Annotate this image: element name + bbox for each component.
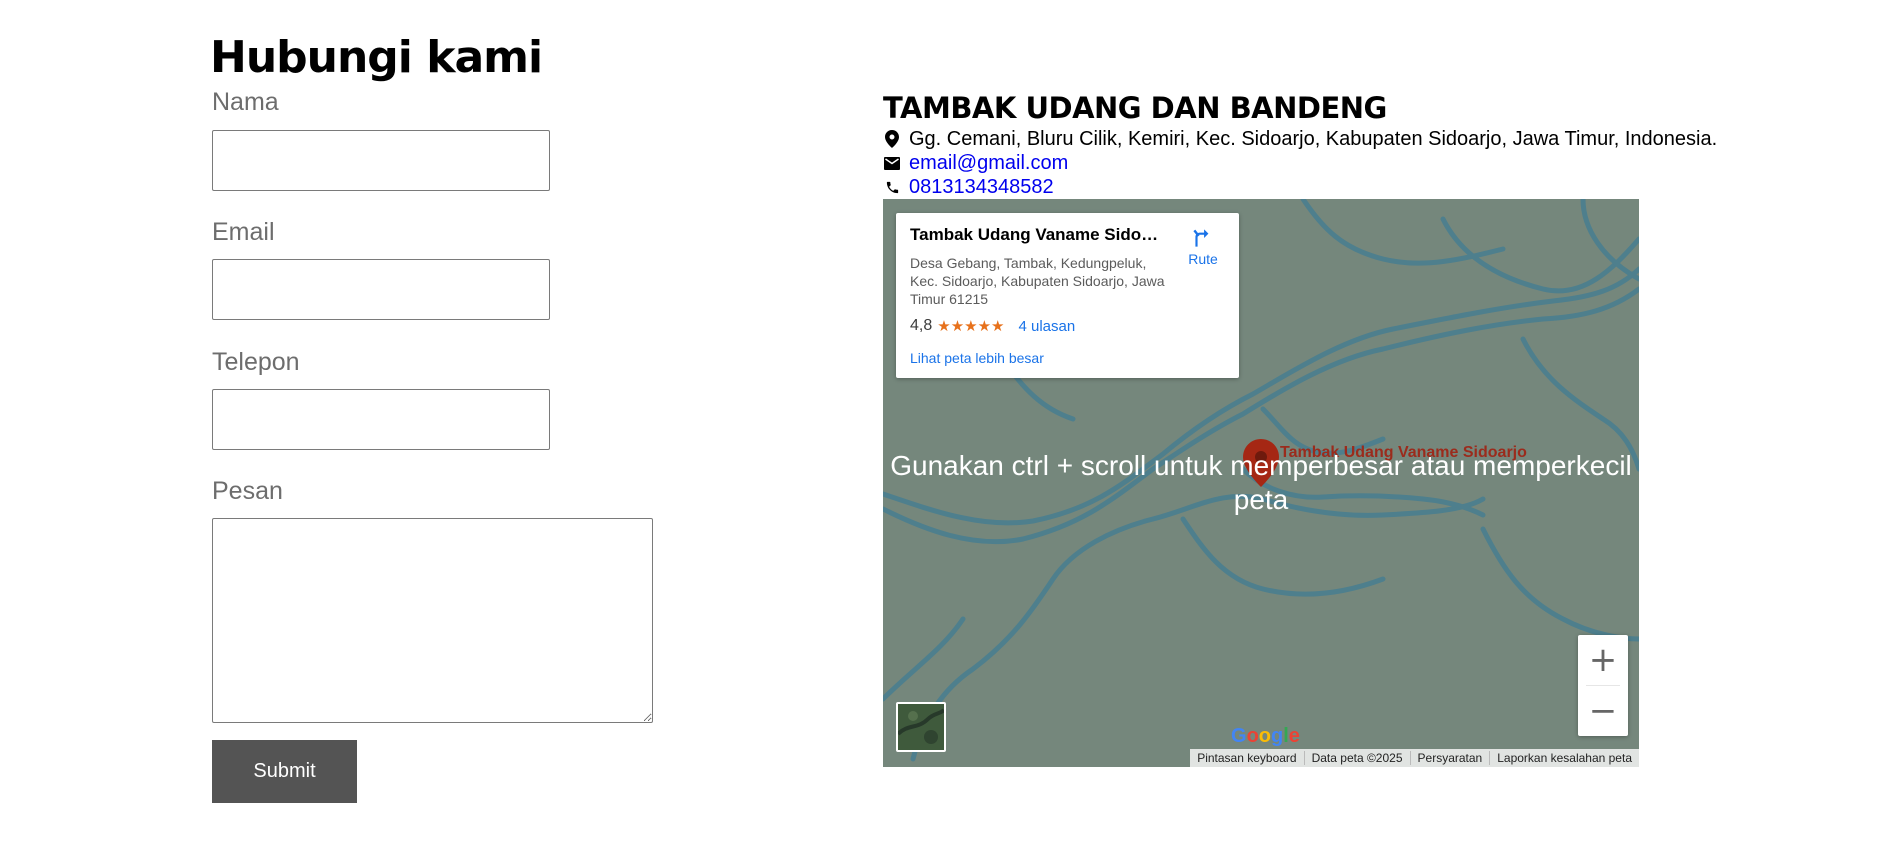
submit-button[interactable]: Submit: [212, 740, 357, 803]
mail-icon: [883, 154, 901, 172]
place-address: Desa Gebang, Tambak, Kedungpeluk, Kec. S…: [910, 255, 1165, 307]
rating-stars-icon: ★★★★★: [937, 318, 1005, 335]
message-label: Pesan: [212, 477, 283, 505]
reviews-link[interactable]: 4 ulasan: [1019, 318, 1076, 335]
business-title: TAMBAK UDANG DAN BANDENG: [883, 91, 1387, 125]
google-letter: e: [1288, 725, 1300, 747]
directions-icon: [1178, 225, 1228, 251]
view-larger-map-link[interactable]: Lihat peta lebih besar: [910, 350, 1044, 366]
map-attribution: Pintasan keyboard Data peta ©2025 Persya…: [1190, 749, 1639, 767]
zoom-hint-overlay: Gunakan ctrl + scroll untuk memperbesar …: [890, 450, 1632, 515]
message-textarea[interactable]: [212, 518, 653, 723]
report-error-link[interactable]: Laporkan kesalahan peta: [1489, 751, 1639, 765]
email-row: email@gmail.com: [883, 151, 1068, 175]
zoom-in-button[interactable]: +: [1578, 635, 1628, 685]
google-letter: o: [1258, 725, 1271, 747]
location-pin-icon: [883, 130, 901, 148]
phone-icon: [883, 178, 901, 196]
contact-heading: Hubungi kami: [210, 32, 543, 83]
address-text: Gg. Cemani, Bluru Cilik, Kemiri, Kec. Si…: [909, 128, 1718, 150]
map-data-text: Data peta ©2025: [1303, 751, 1410, 765]
map-embed[interactable]: Tambak Udang Vaname Sidoa... Desa Gebang…: [883, 199, 1639, 767]
email-input[interactable]: [212, 259, 550, 320]
google-letter: g: [1271, 725, 1284, 747]
phone-link[interactable]: 0813134348582: [909, 175, 1054, 199]
keyboard-shortcuts-link[interactable]: Pintasan keyboard: [1190, 751, 1303, 765]
route-button[interactable]: Rute: [1178, 225, 1228, 267]
satellite-thumbnail-icon: [898, 704, 944, 750]
phone-row: 0813134348582: [883, 175, 1054, 199]
google-logo: Google: [1231, 725, 1300, 748]
google-letter: o: [1246, 725, 1259, 747]
place-name: Tambak Udang Vaname Sidoa...: [910, 225, 1160, 244]
name-label: Nama: [212, 88, 279, 116]
zoom-controls: + −: [1578, 635, 1628, 736]
rating-value: 4,8: [910, 317, 933, 334]
email-link[interactable]: email@gmail.com: [909, 151, 1068, 175]
rating-row: 4,8 ★★★★★ 4 ulasan: [910, 317, 1075, 335]
zoom-out-button[interactable]: −: [1578, 686, 1628, 736]
place-card: Tambak Udang Vaname Sidoa... Desa Gebang…: [896, 213, 1239, 378]
address-row: Gg. Cemani, Bluru Cilik, Kemiri, Kec. Si…: [883, 127, 1717, 151]
satellite-toggle[interactable]: [896, 702, 946, 752]
name-input[interactable]: [212, 130, 550, 191]
terms-link[interactable]: Persyaratan: [1409, 751, 1490, 765]
google-letter: G: [1231, 725, 1247, 747]
phone-input[interactable]: [212, 389, 550, 450]
phone-label: Telepon: [212, 348, 300, 376]
route-label: Rute: [1188, 251, 1218, 267]
email-label: Email: [212, 218, 275, 246]
